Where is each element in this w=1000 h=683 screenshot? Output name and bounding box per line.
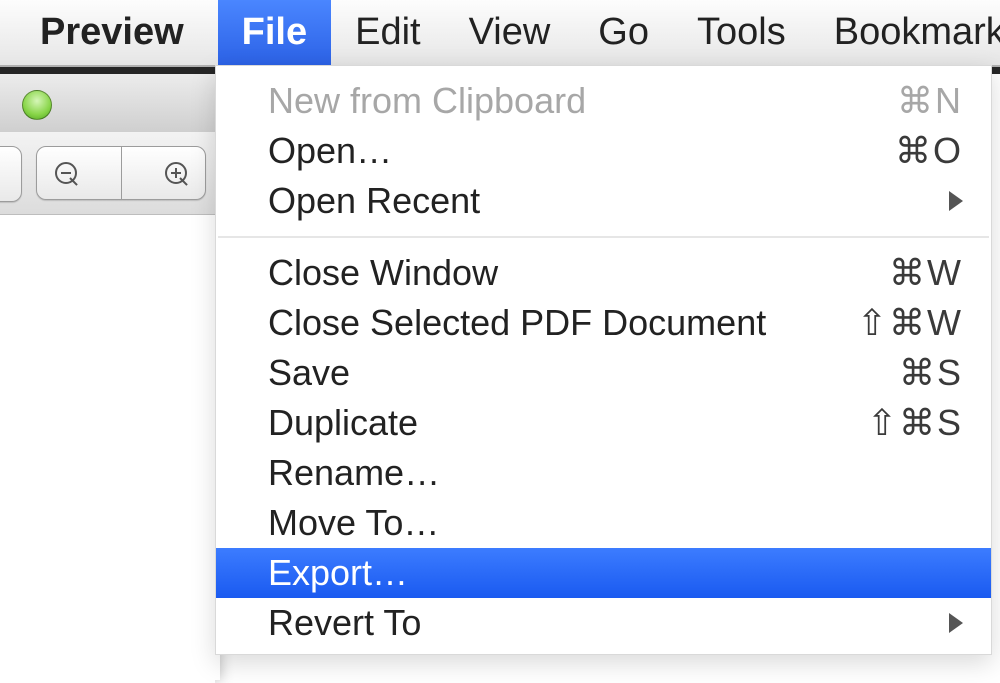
window-titlebar xyxy=(0,74,215,133)
menubar-item-file[interactable]: File xyxy=(218,0,331,65)
menu-item-open-recent[interactable]: Open Recent xyxy=(216,176,991,226)
toolbar-segment-nav[interactable] xyxy=(0,146,22,202)
menu-item-shortcut: ⌘N xyxy=(897,80,963,122)
menu-item-label: Duplicate xyxy=(268,402,867,444)
menubar-item-bookmarks[interactable]: Bookmarks xyxy=(810,0,1000,65)
menu-item-shortcut: ⇧⌘W xyxy=(857,302,963,344)
menu-item-shortcut: ⌘O xyxy=(895,130,963,172)
menu-separator xyxy=(218,236,989,238)
menubar-item-edit[interactable]: Edit xyxy=(331,0,444,65)
menu-item-shortcut: ⌘S xyxy=(899,352,963,394)
menu-item-close-selected-pdf[interactable]: Close Selected PDF Document ⇧⌘W xyxy=(216,298,991,348)
menu-item-export[interactable]: Export… xyxy=(216,548,991,598)
menu-item-label: Revert To xyxy=(268,602,941,644)
menubar-app-name[interactable]: Preview xyxy=(0,0,218,65)
toolbar-segment-zoom xyxy=(36,146,206,200)
zoom-traffic-light-icon[interactable] xyxy=(22,90,52,120)
menubar-item-go[interactable]: Go xyxy=(574,0,673,65)
menu-item-label: New from Clipboard xyxy=(268,80,897,122)
menubar-item-view[interactable]: View xyxy=(445,0,575,65)
menu-item-shortcut: ⇧⌘S xyxy=(867,402,963,444)
menubar-item-tools[interactable]: Tools xyxy=(673,0,810,65)
menu-item-close-window[interactable]: Close Window ⌘W xyxy=(216,248,991,298)
zoom-in-icon[interactable] xyxy=(165,162,187,184)
file-menu: New from Clipboard ⌘N Open… ⌘O Open Rece… xyxy=(215,65,992,655)
menu-item-label: Export… xyxy=(268,552,963,594)
menu-item-rename[interactable]: Rename… xyxy=(216,448,991,498)
menu-item-label: Close Window xyxy=(268,252,889,294)
menu-item-open[interactable]: Open… ⌘O xyxy=(216,126,991,176)
menu-item-label: Open… xyxy=(268,130,895,172)
menu-item-label: Close Selected PDF Document xyxy=(268,302,857,344)
menu-item-label: Save xyxy=(268,352,899,394)
document-area xyxy=(0,214,215,683)
menu-item-label: Move To… xyxy=(268,502,963,544)
menu-item-shortcut: ⌘W xyxy=(889,252,963,294)
menu-item-new-from-clipboard: New from Clipboard ⌘N xyxy=(216,76,991,126)
submenu-arrow-icon xyxy=(949,613,963,633)
menu-item-save[interactable]: Save ⌘S xyxy=(216,348,991,398)
menu-item-move-to[interactable]: Move To… xyxy=(216,498,991,548)
menubar: Preview File Edit View Go Tools Bookmark… xyxy=(0,0,1000,67)
submenu-arrow-icon xyxy=(949,191,963,211)
menu-item-revert-to[interactable]: Revert To xyxy=(216,598,991,648)
menu-item-label: Open Recent xyxy=(268,180,941,222)
window-toolbar xyxy=(0,132,215,215)
zoom-out-icon[interactable] xyxy=(55,162,77,184)
menu-item-duplicate[interactable]: Duplicate ⇧⌘S xyxy=(216,398,991,448)
menu-item-label: Rename… xyxy=(268,452,963,494)
segment-divider xyxy=(121,147,122,199)
